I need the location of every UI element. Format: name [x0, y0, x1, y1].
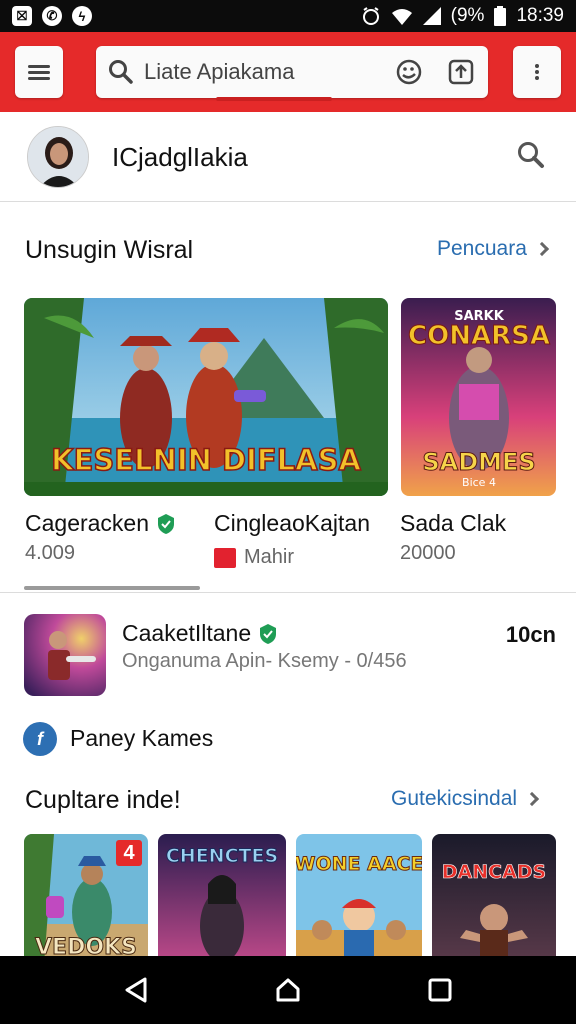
game-thumbnail[interactable]: WONE AACE: [296, 834, 422, 964]
verified-icon: [158, 513, 175, 534]
thumb-title: WONE AACE: [296, 853, 422, 875]
section-title-collection: Cupltare inde!: [25, 786, 181, 814]
messenger-icon: ϟ: [72, 6, 92, 26]
notification-icon: ⛝: [12, 6, 32, 26]
recents-icon: [428, 978, 452, 1002]
thumb-title: DANCADS: [442, 861, 546, 883]
upload-icon: [448, 59, 474, 85]
profile-row[interactable]: ICjadglIakia: [0, 112, 576, 202]
search-icon: [109, 60, 133, 84]
section-link-label: Pencuara: [437, 237, 527, 260]
app-icon[interactable]: [24, 614, 106, 696]
thumb-title: CHENCTES: [166, 845, 278, 867]
card-art-title: CONARSA: [408, 321, 550, 351]
menu-button[interactable]: [15, 46, 63, 98]
emoji-icon: [396, 59, 422, 85]
hamburger-icon: [28, 62, 50, 83]
section-divider: [0, 592, 576, 593]
search-underline: [216, 97, 332, 101]
list-item-subtitle: Onganuma Apin- Ksemy - 0/456: [122, 650, 407, 672]
horizontal-scroll-indicator[interactable]: [24, 586, 200, 590]
game-thumbnail[interactable]: CHENCTES: [158, 834, 286, 964]
card-title-text: Cageracken: [25, 510, 150, 536]
list-item-title-text: CaaketIltane: [122, 620, 252, 646]
profile-search-button[interactable]: [516, 140, 546, 175]
card-title[interactable]: Cageracken: [25, 510, 175, 537]
chevron-right-icon: [524, 791, 540, 807]
voice-search-button[interactable]: [394, 57, 424, 87]
card-title[interactable]: Sada Clak: [400, 510, 506, 537]
card-art-small: Bice 4: [462, 476, 496, 489]
back-button[interactable]: [116, 970, 156, 1010]
section-link-featured[interactable]: Pencuara: [437, 237, 549, 261]
more-vert-icon: [535, 62, 539, 82]
home-button[interactable]: [268, 970, 308, 1010]
app-toolbar: Liate Apiakama: [0, 32, 576, 112]
back-icon: [125, 977, 147, 1003]
search-bar[interactable]: Liate Apiakama: [96, 46, 488, 98]
card-art-sub: SADMES: [422, 448, 535, 476]
alarm-icon: [362, 7, 379, 25]
card-art-title: KESELNIN DIFLASA: [51, 443, 361, 477]
upload-button[interactable]: [446, 57, 476, 87]
card-meta: Mahir: [214, 546, 294, 569]
card-meta: 20000: [400, 542, 456, 564]
publisher-name[interactable]: Paney Kames: [70, 725, 213, 752]
featured-card-image[interactable]: KESELNIN DIFLASA: [24, 298, 388, 496]
battery-percent: (9%: [450, 5, 485, 26]
section-link-collection[interactable]: Gutekicsindal: [391, 787, 540, 811]
search-icon: [518, 142, 544, 168]
game-thumbnail[interactable]: VEDOKS 4: [24, 834, 148, 964]
section-link-label: Gutekicsindal: [391, 787, 518, 810]
section-title-featured: Unsugin Wisral: [25, 236, 194, 264]
clock: 18:39: [516, 5, 564, 26]
whatsapp-icon: ✆: [42, 6, 62, 26]
wifi-icon: [391, 9, 412, 25]
publisher-logo-icon[interactable]: f: [23, 722, 57, 756]
verified-icon: [260, 623, 277, 644]
card-meta-text: Mahir: [244, 546, 295, 568]
system-nav-bar: [0, 956, 576, 1024]
battery-icon: [494, 6, 507, 26]
list-item-size: 10cn: [505, 622, 556, 647]
home-icon: [276, 978, 300, 1002]
badge-count: 4: [116, 840, 142, 866]
card-meta: 4.009: [25, 542, 76, 564]
game-thumbnail[interactable]: DANCADS: [432, 834, 556, 964]
status-bar: ⛝ ✆ ϟ (9% 18:39: [0, 0, 576, 32]
overflow-menu-button[interactable]: [513, 46, 561, 98]
profile-name: ICjadglIakia: [112, 142, 248, 172]
publisher-badge-icon: [214, 547, 236, 568]
search-placeholder: Liate Apiakama: [144, 59, 295, 84]
avatar[interactable]: [27, 126, 89, 188]
card-title[interactable]: CingleaoKajtan: [214, 510, 370, 537]
signal-icon: [422, 7, 441, 25]
list-item-title[interactable]: CaaketIltane: [122, 620, 277, 647]
chevron-right-icon: [534, 241, 549, 257]
featured-card-image[interactable]: SARKK CONARSA SADMES Bice 4: [401, 298, 556, 496]
recents-button[interactable]: [420, 970, 460, 1010]
